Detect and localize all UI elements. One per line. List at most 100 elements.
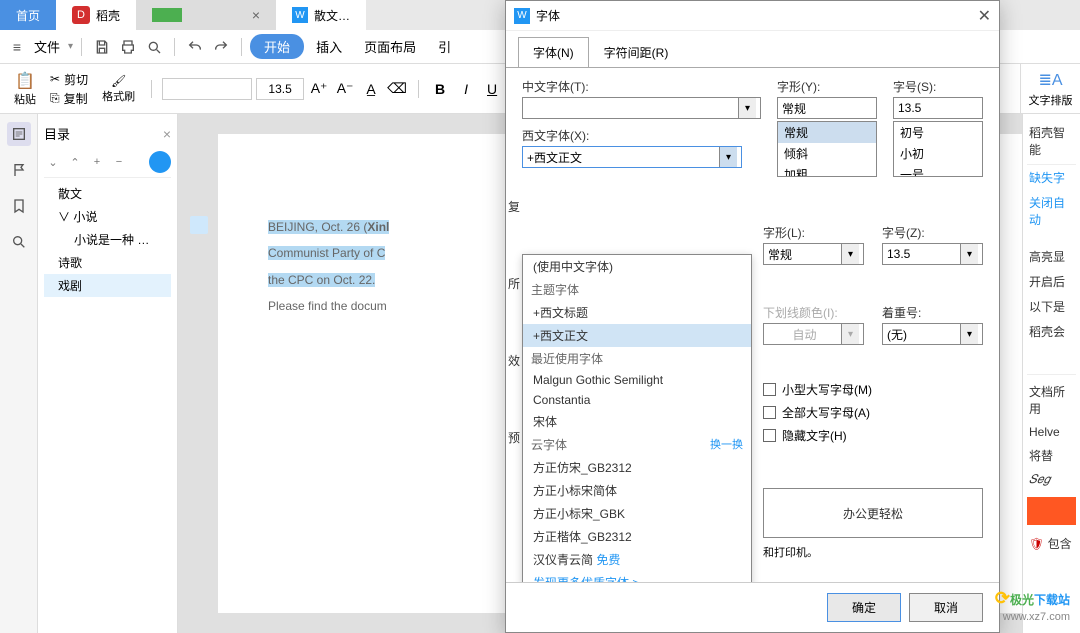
font-name-input[interactable] — [162, 78, 252, 100]
add-icon[interactable]: + — [88, 153, 106, 171]
tree-item-novel[interactable]: ∨ 小说 — [44, 205, 171, 228]
print-icon[interactable] — [116, 35, 140, 59]
copy-button[interactable]: ⎘复制 — [50, 90, 88, 107]
change-case-icon[interactable]: A̲ — [360, 78, 382, 100]
tab-censored[interactable]: × — [136, 0, 276, 30]
textlayout-icon: ≣A — [1038, 70, 1062, 90]
right-rail-top[interactable]: ≣A 文字排版 — [1020, 64, 1080, 114]
style-opt-italic[interactable]: 倾斜 — [778, 143, 876, 164]
rp-missing-font[interactable]: 缺失字 — [1027, 165, 1076, 190]
tab-spacing[interactable]: 字符间距(R) — [589, 37, 684, 68]
close-icon[interactable]: × — [163, 126, 171, 142]
emphasis-combo[interactable]: (无)▾ — [882, 323, 983, 345]
tab-font[interactable]: 字体(N) — [518, 37, 589, 68]
ribbon-insert[interactable]: 插入 — [306, 37, 352, 56]
paste-group[interactable]: 📋 粘贴 — [8, 71, 42, 107]
tab-home[interactable]: 首页 — [0, 0, 56, 30]
fd-west-title[interactable]: +西文标题 — [523, 301, 751, 324]
decrease-font-icon[interactable]: A⁻ — [334, 78, 356, 100]
swap-link[interactable]: 换一换 — [710, 436, 743, 452]
fd-cloud-item[interactable]: 方正小标宋_GBK — [523, 502, 751, 525]
collapse-icon[interactable]: ⌃ — [66, 153, 84, 171]
chevron-down-icon[interactable]: ▾ — [960, 324, 978, 344]
chk-smallcaps[interactable]: 小型大写字母(M) — [763, 378, 983, 401]
textlayout-label: 文字排版 — [1029, 92, 1073, 108]
tree-item-poetry[interactable]: 诗歌 — [44, 251, 171, 274]
cut-button[interactable]: ✂剪切 — [50, 71, 88, 88]
ribbon-pagelayout[interactable]: 页面布局 — [354, 37, 426, 56]
fd-cloud-item[interactable]: 方正小标宋简体 — [523, 479, 751, 502]
style2-combo[interactable]: 常规▾ — [763, 243, 864, 265]
style-opt-regular[interactable]: 常规 — [778, 122, 876, 143]
tree-item-drama[interactable]: 戏剧 — [44, 274, 171, 297]
search-rail-icon[interactable] — [7, 230, 31, 254]
fd-recent-item[interactable]: Malgun Gothic Semilight — [523, 370, 751, 390]
bold-button[interactable]: B — [429, 78, 451, 100]
west-font-combo[interactable]: +西文正文▾ — [522, 146, 742, 168]
ok-button[interactable]: 确定 — [827, 593, 901, 622]
size-opt[interactable]: 小初 — [894, 143, 982, 164]
dialog-body: 中文字体(T): ▾ 字形(Y): 常规 常规 倾斜 加粗 字号(S): 13.… — [506, 67, 999, 582]
left-section-labels: 复 所 效 预 — [508, 198, 520, 446]
fd-cloud-item[interactable]: 方正仿宋_GB2312 — [523, 456, 751, 479]
fd-recent-item[interactable]: 宋体 — [523, 410, 751, 433]
increase-font-icon[interactable]: A⁺ — [308, 78, 330, 100]
clear-format-icon[interactable]: ⌫ — [386, 78, 408, 100]
section-icon[interactable] — [190, 216, 208, 234]
flag-icon[interactable] — [7, 158, 31, 182]
style-input[interactable]: 常规 — [777, 97, 877, 119]
cn-font-combo[interactable]: ▾ — [522, 97, 761, 119]
redo-icon[interactable] — [209, 35, 233, 59]
size-opt[interactable]: 一号 — [894, 164, 982, 177]
preview-icon[interactable] — [142, 35, 166, 59]
bookmark-icon[interactable] — [7, 194, 31, 218]
tab-document[interactable]: W散文… — [276, 0, 366, 30]
cancel-button[interactable]: 取消 — [909, 593, 983, 622]
size-opt[interactable]: 初号 — [894, 122, 982, 143]
font-size-input[interactable] — [256, 78, 304, 100]
undo-icon[interactable] — [183, 35, 207, 59]
close-icon[interactable]: × — [252, 7, 260, 23]
style-listbox[interactable]: 常规 倾斜 加粗 — [777, 121, 877, 177]
fd-group-theme: 主题字体 — [523, 278, 751, 301]
chevron-down-icon[interactable]: ▾ — [738, 98, 756, 118]
file-menu[interactable]: 文件 — [28, 37, 66, 56]
size2-combo[interactable]: 13.5▾ — [882, 243, 983, 265]
settings-dot-icon[interactable] — [149, 151, 171, 173]
fd-hanyi[interactable]: 汉仪青云简 免费 — [523, 548, 751, 571]
outline-icon[interactable] — [7, 122, 31, 146]
chk-allcaps[interactable]: 全部大写字母(A) — [763, 401, 983, 424]
tab-daoke[interactable]: D稻壳 — [56, 0, 136, 30]
right-panel: 稻壳智能 缺失字 关闭自动 高亮显 开启后 以下是 稻壳会 文档所用 Helve… — [1022, 114, 1080, 633]
size-listbox[interactable]: 初号 小初 一号 — [893, 121, 983, 177]
chevron-down-icon[interactable]: ▾ — [841, 244, 859, 264]
fd-cloud-item[interactable]: 方正楷体_GB2312 — [523, 525, 751, 548]
tree-item-prose[interactable]: 散文 — [44, 182, 171, 205]
rp-close-auto[interactable]: 关闭自动 — [1027, 190, 1076, 232]
chevron-down-icon[interactable]: ▾ — [960, 244, 978, 264]
dialog-icon: W — [514, 8, 530, 24]
expand-icon[interactable]: ⌄ — [44, 153, 62, 171]
rp-action-button[interactable] — [1027, 497, 1076, 525]
chevron-down-icon[interactable]: ▾ — [719, 147, 737, 167]
format-painter[interactable]: 🖌 格式刷 — [96, 74, 141, 104]
tree-item-novel-child[interactable]: 小说是一种 … — [44, 228, 171, 251]
ribbon-start[interactable]: 开始 — [250, 34, 304, 59]
italic-button[interactable]: I — [455, 78, 477, 100]
size-input[interactable]: 13.5 — [893, 97, 983, 119]
ribbon-reference[interactable]: 引 — [428, 37, 461, 56]
underline-button[interactable]: U — [481, 78, 503, 100]
dropdown-icon[interactable]: ▾ — [68, 41, 73, 52]
dialog-tabs: 字体(N) 字符间距(R) — [506, 31, 999, 68]
close-icon[interactable]: ✕ — [978, 6, 991, 26]
minus-icon[interactable]: − — [110, 153, 128, 171]
fd-west-body[interactable]: +西文正文 — [523, 324, 751, 347]
west-font-dropdown[interactable]: (使用中文字体) 主题字体 +西文标题 +西文正文 最近使用字体 Malgun … — [522, 254, 752, 582]
style-opt-bold[interactable]: 加粗 — [778, 164, 876, 177]
chk-hidden[interactable]: 隐藏文字(H) — [763, 424, 983, 447]
fd-use-cn[interactable]: (使用中文字体) — [523, 255, 751, 278]
hamburger-icon[interactable]: ≡ — [8, 39, 26, 55]
fd-recent-item[interactable]: Constantia — [523, 390, 751, 410]
save-icon[interactable] — [90, 35, 114, 59]
fd-find-more[interactable]: 发现更多优质字体 > — [523, 571, 751, 582]
